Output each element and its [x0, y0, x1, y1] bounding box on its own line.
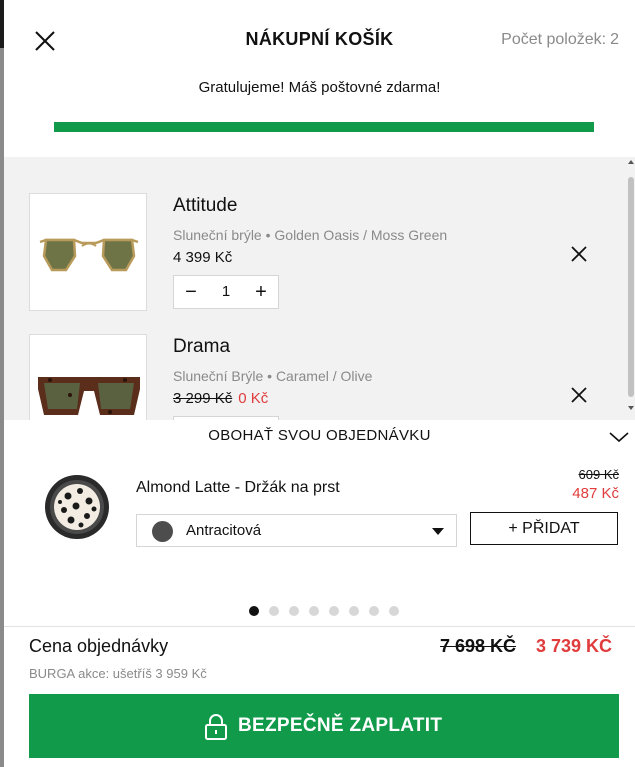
product-name[interactable]: Drama	[173, 336, 230, 358]
free-shipping-progress-fill	[54, 122, 594, 132]
remove-item-icon	[571, 246, 587, 262]
product-sale-price: 0 Kč	[238, 390, 269, 407]
remove-item-icon	[571, 387, 587, 403]
product-name[interactable]: Attitude	[173, 195, 237, 217]
free-shipping-progress	[54, 122, 594, 132]
chevron-down-icon	[609, 432, 629, 443]
secure-checkout-button[interactable]: BEZPEČNĚ ZAPLATIT	[29, 694, 619, 758]
carousel-dot[interactable]	[289, 606, 299, 616]
upsell-product-name[interactable]: Almond Latte - Držák na prst	[136, 479, 340, 497]
scrollbar-thumb[interactable]	[628, 177, 634, 397]
carousel-dot[interactable]	[349, 606, 359, 616]
quantity-stepper: − 1 +	[173, 275, 279, 309]
cart-items-list: Attitude Sluneční brýle • Golden Oasis /…	[4, 157, 635, 420]
quantity-decrease-button[interactable]: −	[174, 276, 208, 308]
product-variant: Sluneční Brýle • Caramel / Olive	[173, 368, 373, 384]
divider	[4, 626, 635, 627]
upsell-title: OBOHAŤ SVOU OBJEDNÁVKU	[208, 427, 431, 444]
sunglasses-drama-image	[38, 377, 140, 415]
color-select-value: Antracitová	[186, 522, 262, 539]
product-image-drama[interactable]	[29, 334, 147, 420]
upsell-product-image[interactable]	[44, 474, 110, 540]
add-upsell-button[interactable]: + PŘIDAT	[470, 512, 618, 545]
cart-scrollbar[interactable]	[627, 157, 635, 420]
carousel-dot[interactable]	[369, 606, 379, 616]
carousel-dot[interactable]	[389, 606, 399, 616]
checkout-label: BEZPEČNĚ ZAPLATIT	[238, 715, 443, 736]
product-image-attitude[interactable]	[29, 193, 147, 311]
cart-item: Drama Sluneční Brýle • Caramel / Olive 3…	[4, 334, 624, 420]
color-swatch	[152, 521, 173, 542]
quantity-value: 1	[221, 283, 231, 300]
caret-down-icon	[432, 528, 444, 535]
order-total: 3 739 KČ	[536, 636, 613, 656]
free-shipping-message: Gratulujeme! Máš poštovné zdarma!	[198, 79, 441, 96]
remove-item-button[interactable]	[568, 243, 590, 265]
upsell-old-price: 609 Kč	[578, 467, 619, 482]
carousel-dot[interactable]	[329, 606, 339, 616]
product-price: 3 299 Kč 0 Kč	[173, 390, 268, 407]
quantity-increase-button[interactable]: +	[244, 276, 278, 308]
upsell-section: OBOHAŤ SVOU OBJEDNÁVKU Almond Latte - Dr…	[4, 420, 635, 627]
upsell-sale-price: 487 Kč	[572, 485, 619, 502]
upsell-collapse-toggle[interactable]	[608, 430, 630, 444]
carousel-dot[interactable]	[309, 606, 319, 616]
item-count: Počet položek: 2	[497, 31, 619, 49]
sunglasses-attitude-image	[39, 238, 139, 272]
product-price: 4 399 Kč	[173, 249, 233, 266]
product-variant: Sluneční brýle • Golden Oasis / Moss Gre…	[173, 227, 448, 243]
order-old-total: 7 698 KČ	[440, 636, 517, 656]
product-old-price: 3 299 Kč	[173, 390, 233, 407]
savings-note: BURGA akce: ušetříš 3 959 Kč	[29, 666, 207, 681]
carousel-dot[interactable]	[269, 606, 279, 616]
item-count-value: 2	[610, 31, 619, 48]
lock-icon	[205, 714, 227, 740]
cart-item: Attitude Sluneční brýle • Golden Oasis /…	[4, 193, 624, 313]
item-count-label: Počet položek:	[501, 31, 607, 48]
color-select[interactable]: Antracitová	[136, 514, 457, 547]
carousel-dot[interactable]	[249, 606, 259, 616]
phone-grip-image	[45, 475, 109, 539]
order-total-label: Cena objednávky	[29, 636, 169, 656]
scroll-up-arrow-icon[interactable]	[628, 160, 634, 164]
scroll-down-arrow-icon[interactable]	[628, 406, 634, 410]
remove-item-button[interactable]	[568, 384, 590, 406]
cart-drawer: NÁKUPNÍ KOŠÍK Počet položek: 2 Gratulujem…	[4, 0, 635, 767]
